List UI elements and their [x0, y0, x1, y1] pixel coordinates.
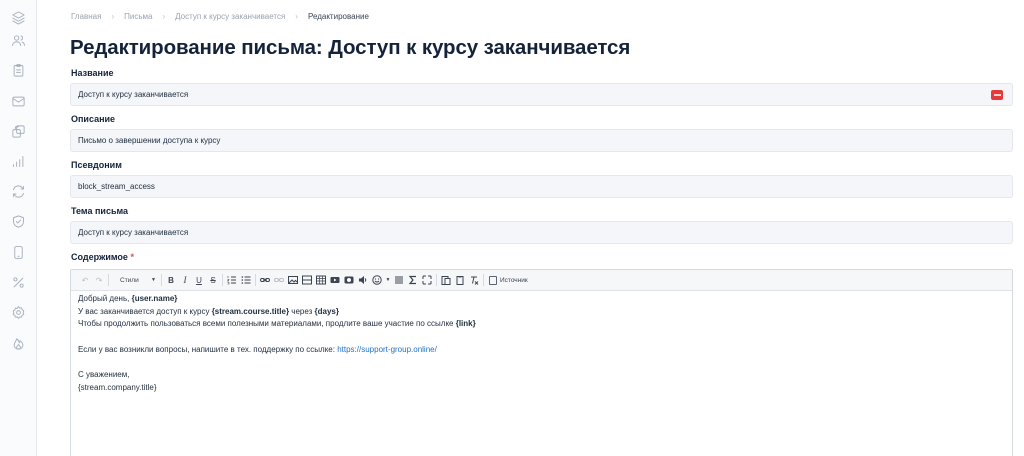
editor-text: С уважением, — [78, 370, 130, 380]
percent-icon[interactable] — [10, 274, 26, 290]
maximize-icon[interactable] — [421, 274, 433, 286]
alias-label: Псевдоним — [71, 160, 122, 170]
breadcrumb-separator: › — [295, 12, 298, 21]
toolbar-divider — [222, 274, 223, 286]
template-variable: {link} — [455, 319, 476, 329]
subject-field-value: Доступ к курсу заканчивается — [78, 228, 189, 237]
description-field[interactable]: Письмо о завершении доступа к курсу — [70, 129, 1013, 152]
editor-text: {stream.company.title} — [78, 382, 157, 392]
smartphone-icon[interactable] — [10, 244, 26, 260]
editor-text: Если у вас возникли вопросы, напишите в … — [78, 344, 338, 354]
name-label: Название — [71, 68, 114, 78]
source-button[interactable]: Источник — [489, 275, 528, 285]
editor-line: У вас заканчивается доступ к курсу {stre… — [78, 306, 1005, 319]
content-editor: ↶ ↷ Стили ▼ B I U S ▼ Источник Добрый де… — [70, 269, 1013, 456]
remove-format-icon[interactable] — [468, 274, 480, 286]
toolbar-divider — [108, 274, 109, 286]
alias-field[interactable]: block_stream_access — [70, 175, 1013, 198]
editor-text: Добрый день, — [78, 294, 132, 303]
content-label-text: Содержимое — [71, 252, 128, 262]
template-variable: {stream.course.title} — [211, 306, 290, 316]
styles-dropdown-label: Стили — [120, 276, 139, 284]
paste-text-icon[interactable] — [440, 274, 452, 286]
chevron-down-icon: ▼ — [151, 277, 156, 283]
alias-field-value: block_stream_access — [78, 182, 155, 191]
toolbar-divider — [161, 274, 162, 286]
support-link[interactable]: https://support-group.online/ — [337, 345, 437, 354]
subject-label: Тема письма — [71, 206, 129, 216]
editor-line: {stream.company.title} — [78, 382, 1005, 395]
breadcrumb-current: Редактирование — [307, 12, 369, 21]
subject-field[interactable]: Доступ к курсу заканчивается — [70, 221, 1013, 244]
styles-dropdown[interactable]: Стили ▼ — [114, 274, 158, 287]
description-field-value: Письмо о завершении доступа к курсу — [78, 136, 221, 145]
italic-button[interactable]: I — [179, 274, 191, 286]
editor-text: через — [289, 306, 315, 316]
bar-chart-icon[interactable] — [10, 153, 26, 169]
toolbar-divider — [436, 274, 437, 286]
layers-icon[interactable] — [10, 9, 26, 25]
breadcrumb-separator: › — [111, 12, 115, 21]
editor-line: С уважением, — [78, 369, 1005, 382]
media-icon[interactable] — [329, 274, 341, 286]
bulleted-list-icon[interactable] — [240, 274, 252, 286]
audio-icon[interactable] — [357, 274, 369, 286]
source-button-label: Источник — [500, 276, 528, 284]
chevron-down-icon[interactable]: ▼ — [385, 274, 391, 286]
editor-empty-line — [78, 357, 1005, 370]
editor-text: У вас заканчивается доступ к курсу — [78, 306, 212, 316]
name-field-value: Доступ к курсу заканчивается — [78, 90, 189, 99]
shield-check-icon[interactable] — [10, 213, 26, 229]
copies-icon[interactable] — [10, 123, 26, 139]
emoji-icon[interactable] — [371, 274, 383, 286]
image-icon[interactable] — [287, 274, 299, 286]
description-label: Описание — [71, 114, 116, 124]
required-mark: * — [130, 252, 134, 262]
name-field[interactable]: Доступ к курсу заканчивается — [70, 83, 1013, 106]
clipboard-icon[interactable] — [454, 274, 466, 286]
editor-toolbar: ↶ ↷ Стили ▼ B I U S ▼ Источник — [71, 270, 1012, 291]
flame-icon[interactable] — [10, 335, 26, 351]
unlink-icon[interactable] — [273, 274, 285, 286]
template-variable: {user.name} — [131, 294, 178, 303]
editor-line: Чтобы продолжить пользоваться всеми поле… — [78, 318, 1005, 331]
sidebar — [0, 0, 37, 456]
align-icon[interactable] — [393, 274, 405, 286]
breadcrumb-letter[interactable]: Доступ к курсу заканчивается — [175, 12, 285, 21]
toolbar-divider — [483, 274, 484, 286]
undo-button[interactable]: ↶ — [79, 274, 91, 286]
editor-body[interactable]: Добрый день, {user.name} У вас заканчива… — [71, 291, 1012, 397]
mail-icon[interactable] — [10, 93, 26, 109]
video-icon[interactable] — [343, 274, 355, 286]
page-title: Редактирование письма: Доступ к курсу за… — [70, 36, 631, 59]
redo-button[interactable]: ↷ — [93, 274, 105, 286]
editor-text: Чтобы продолжить пользоваться всеми поле… — [78, 319, 456, 329]
editor-empty-line — [78, 331, 1005, 344]
toolbar-divider — [255, 274, 256, 286]
sync-icon[interactable] — [10, 183, 26, 199]
underline-button[interactable]: U — [193, 274, 205, 286]
link-icon[interactable] — [259, 274, 271, 286]
breadcrumb-separator: › — [162, 12, 166, 21]
password-manager-icon[interactable] — [991, 90, 1003, 100]
source-icon — [489, 275, 497, 285]
settings-icon[interactable] — [10, 304, 26, 320]
content-label: Содержимое * — [71, 252, 134, 262]
bold-button[interactable]: B — [165, 274, 177, 286]
strikethrough-button[interactable]: S — [207, 274, 219, 286]
main-content: Главная › Письма › Доступ к курсу заканч… — [37, 0, 1024, 456]
breadcrumb-home[interactable]: Главная — [71, 12, 101, 21]
template-variable: {days} — [314, 306, 339, 316]
editor-line: Если у вас возникли вопросы, напишите в … — [78, 344, 1005, 357]
sigma-icon[interactable] — [407, 274, 419, 286]
horizontal-rule-icon[interactable] — [301, 274, 313, 286]
numbered-list-icon[interactable] — [226, 274, 238, 286]
breadcrumb: Главная › Письма › Доступ к курсу заканч… — [71, 12, 369, 21]
breadcrumb-letters[interactable]: Письма — [124, 12, 152, 21]
users-icon[interactable] — [10, 32, 26, 48]
table-icon[interactable] — [315, 274, 327, 286]
editor-line: Добрый день, {user.name} — [78, 293, 1005, 306]
clipboard-icon[interactable] — [10, 62, 26, 78]
